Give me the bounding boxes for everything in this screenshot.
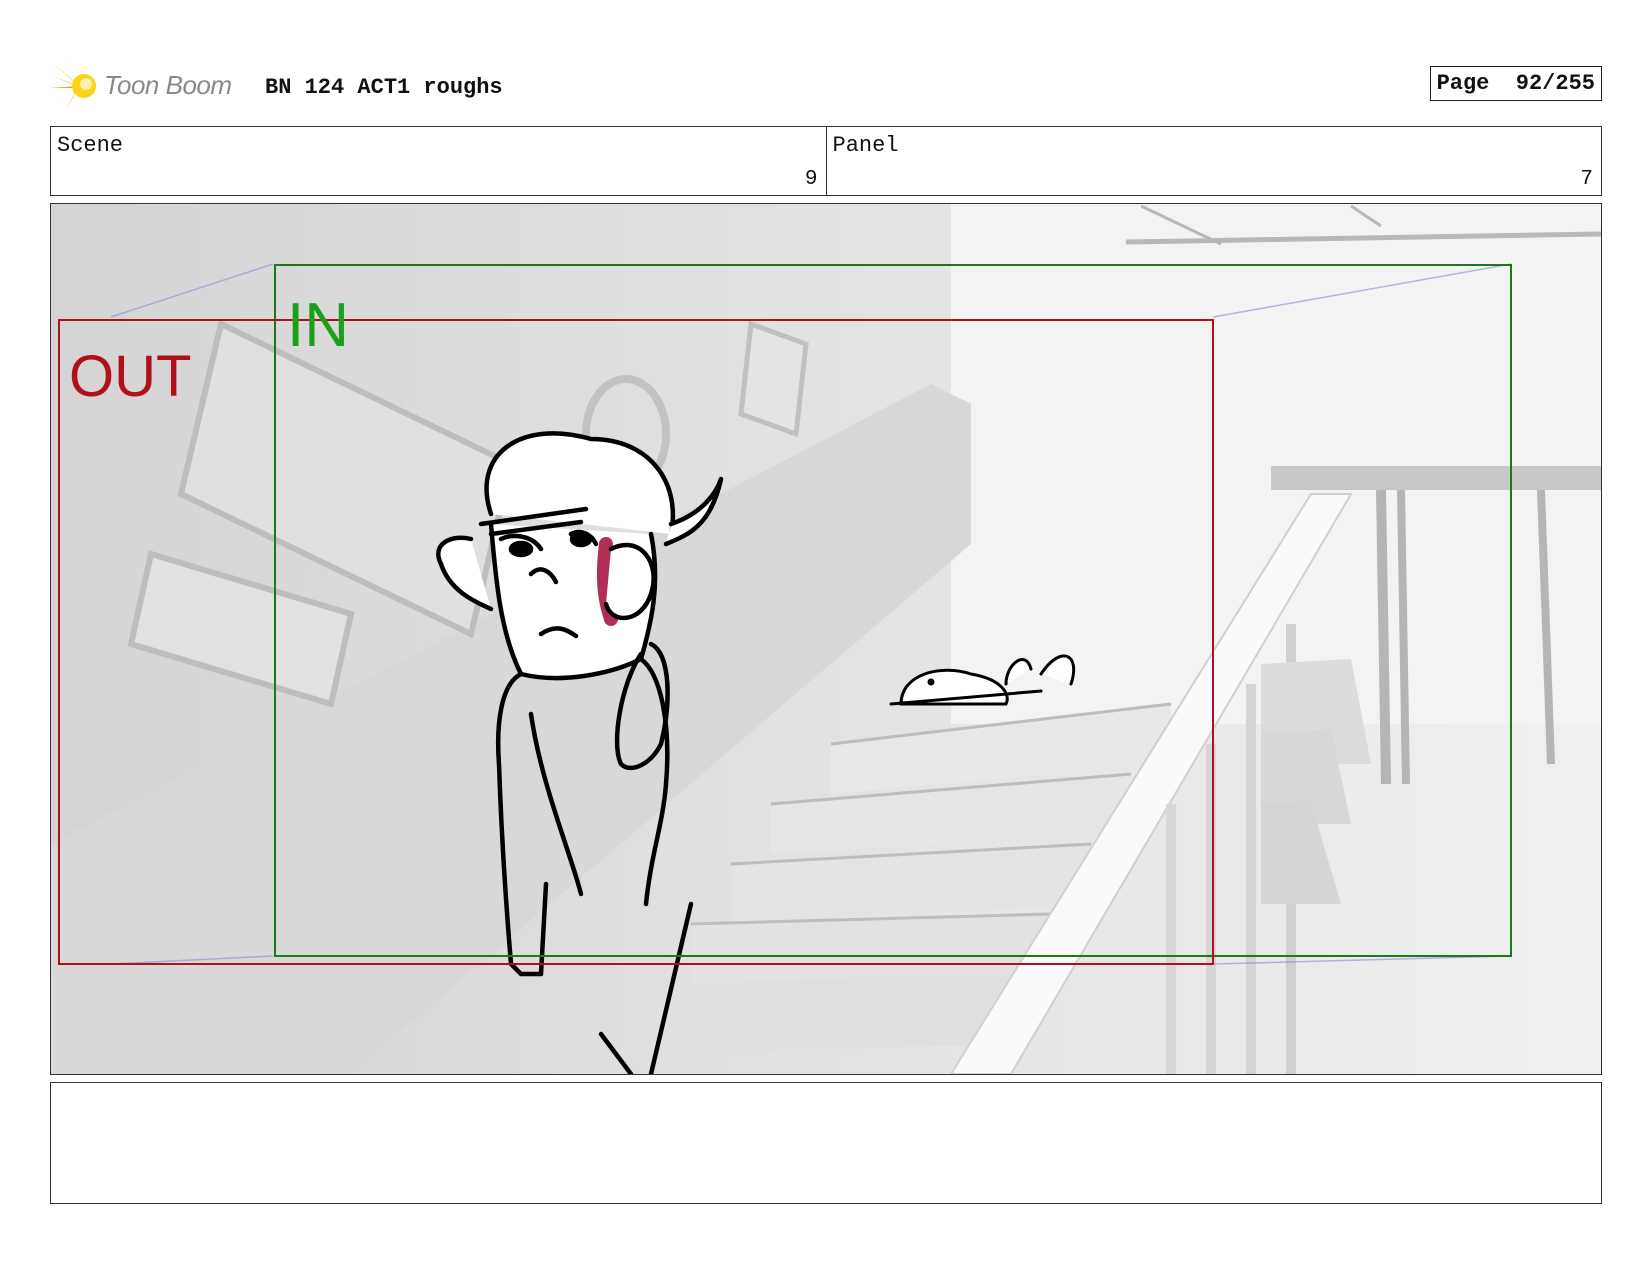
page-indicator: Page 92/255 [1429,66,1602,101]
scene-label: Scene [57,133,124,158]
storyboard-header: Toon Boom BN 124 ACT1 roughs Page 92/255 [50,58,1602,114]
out-label: OUT [69,344,191,409]
panel-label: Panel [832,133,899,158]
storyboard-panel: IN OUT [50,203,1602,1075]
page-number: 92/255 [1515,71,1595,96]
bright-wall [951,204,1601,724]
starburst-icon [50,60,96,112]
toon-boom-logo: Toon Boom [50,58,250,114]
logo-text: Toon Boom [104,70,232,100]
page-label: Page [1436,71,1490,96]
scene-number: 9 [804,168,818,191]
document-title: BN 124 ACT1 roughs [265,75,503,100]
in-label: IN [287,291,349,360]
panel-number: 7 [1580,168,1593,191]
panel-cell: Panel 7 [825,127,1602,195]
picture-frame [738,320,809,438]
scene-panel-info: Scene 9 Panel 7 [50,126,1602,196]
panel-drawing: IN OUT [51,204,1601,1074]
scene-cell: Scene 9 [51,127,826,195]
notes-box[interactable] [50,1082,1602,1204]
